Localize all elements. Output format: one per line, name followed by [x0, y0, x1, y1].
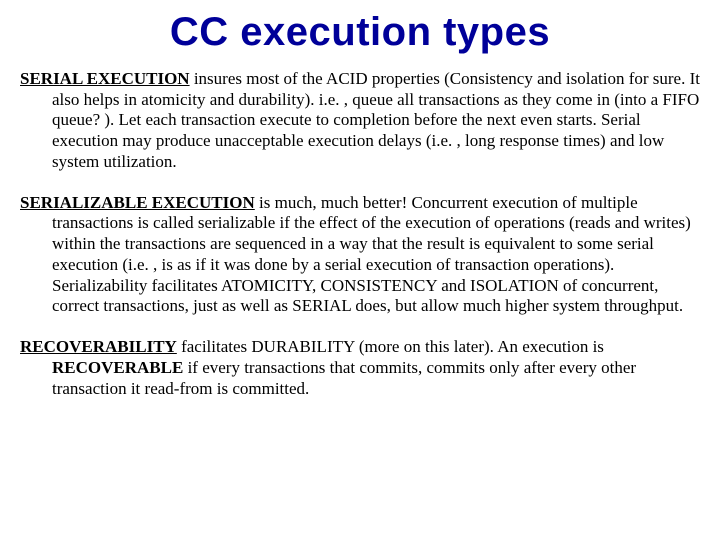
lead-serializable: SERIALIZABLE EXECUTION	[20, 193, 255, 212]
text-recov-mid: facilitates DURABILITY (more on this lat…	[177, 337, 604, 356]
bold-recoverable: RECOVERABLE	[52, 358, 183, 377]
paragraph-recoverability: RECOVERABILITY facilitates DURABILITY (m…	[20, 337, 700, 399]
page-title: CC execution types	[20, 10, 700, 55]
paragraph-serial: SERIAL EXECUTION insures most of the ACI…	[20, 69, 700, 173]
lead-recoverability: RECOVERABILITY	[20, 337, 177, 356]
lead-serial: SERIAL EXECUTION	[20, 69, 190, 88]
paragraph-serializable: SERIALIZABLE EXECUTION is much, much bet…	[20, 193, 700, 317]
